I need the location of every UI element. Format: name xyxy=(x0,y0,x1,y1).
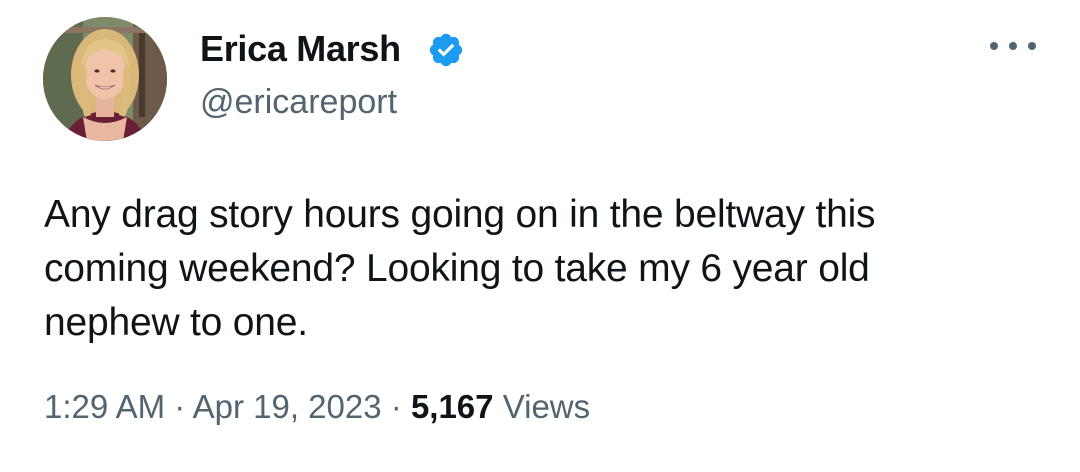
views-label: Views xyxy=(502,388,591,425)
tweet-meta: 1:29 AM · Apr 19, 2023 · 5,167 Views xyxy=(44,387,590,427)
more-horizontal-icon[interactable] xyxy=(990,36,1036,56)
verified-badge-icon xyxy=(429,33,463,67)
tweet-text: Any drag story hours going on in the bel… xyxy=(44,193,876,344)
tweet-time[interactable]: 1:29 AM xyxy=(44,388,165,425)
tweet-date[interactable]: Apr 19, 2023 xyxy=(193,388,382,425)
user-handle[interactable]: @ericareport xyxy=(200,82,397,122)
display-name[interactable]: Erica Marsh xyxy=(200,29,401,69)
meta-separator: · xyxy=(174,388,186,425)
tweet-card: Erica Marsh @ericareport Any drag story … xyxy=(0,0,1080,472)
more-dot xyxy=(1009,42,1017,50)
more-dot xyxy=(990,42,998,50)
more-dot xyxy=(1028,42,1036,50)
avatar[interactable] xyxy=(43,17,167,141)
views-count: 5,167 xyxy=(410,388,494,425)
meta-separator: · xyxy=(390,388,402,425)
